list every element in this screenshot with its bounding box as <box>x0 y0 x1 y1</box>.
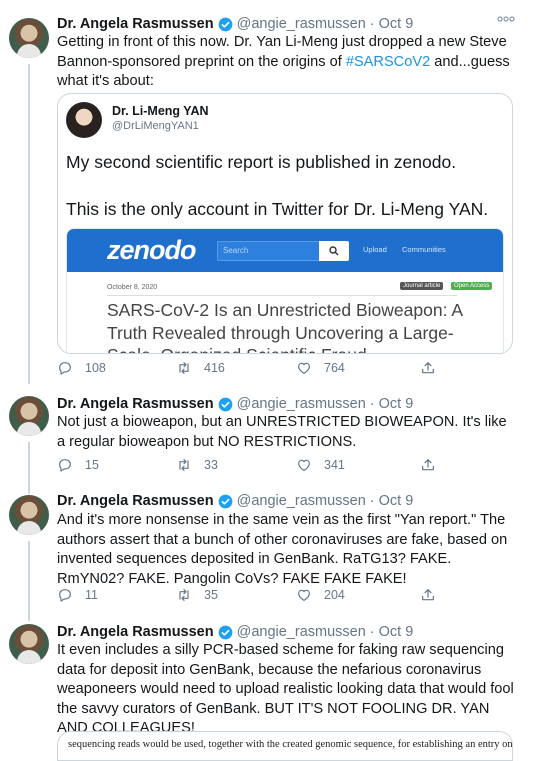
tweet-actions: 15 33 341 <box>57 457 457 477</box>
reply-count: 108 <box>85 361 106 375</box>
tweet-date[interactable]: Oct 9 <box>379 493 414 509</box>
zenodo-screenshot: zenodo Search Upload Communities October… <box>66 228 504 353</box>
zenodo-logo: zenodo <box>107 235 196 265</box>
like-count: 204 <box>324 588 345 602</box>
share-button[interactable] <box>420 360 448 376</box>
attached-image[interactable]: sequencing reads would be used, together… <box>57 731 513 761</box>
share-button[interactable] <box>420 587 448 603</box>
share-icon <box>422 459 434 471</box>
author-name[interactable]: Dr. Angela Rasmussen <box>57 16 214 32</box>
avatar[interactable] <box>9 396 49 436</box>
reply-icon <box>59 459 71 472</box>
tweet-header: Dr. Angela Rasmussen @angie_rasmussen · … <box>57 622 413 642</box>
share-button[interactable] <box>420 457 448 473</box>
reply-icon <box>59 362 71 375</box>
retweet-button[interactable]: 35 <box>176 587 218 603</box>
separator-dot: · <box>369 16 375 32</box>
verified-badge-icon <box>218 494 232 508</box>
tweet-date[interactable]: Oct 9 <box>379 396 414 412</box>
zenodo-upload-link: Upload <box>363 245 387 254</box>
search-icon <box>329 246 339 256</box>
separator-dot: · <box>369 493 375 509</box>
author-name[interactable]: Dr. Angela Rasmussen <box>57 493 214 509</box>
like-count: 341 <box>324 458 345 472</box>
verified-badge-icon <box>218 17 232 31</box>
tweet[interactable]: Dr. Angela Rasmussen @angie_rasmussen · … <box>0 392 533 494</box>
quoted-author-name: Dr. Li-Meng YAN <box>112 104 209 118</box>
reply-button[interactable]: 11 <box>57 587 98 603</box>
author-name[interactable]: Dr. Angela Rasmussen <box>57 396 214 412</box>
retweet-button[interactable]: 416 <box>176 360 225 376</box>
reply-icon <box>59 589 71 602</box>
like-icon <box>298 362 310 374</box>
tweet[interactable]: Dr. Angela Rasmussen @angie_rasmussen · … <box>0 10 533 384</box>
attached-image-text: sequencing reads would be used, together… <box>68 739 513 750</box>
tweet-date[interactable]: Oct 9 <box>379 624 414 640</box>
avatar[interactable] <box>9 624 49 664</box>
quoted-tweet[interactable]: Dr. Li-Meng YAN @DrLiMengYAN1 My second … <box>57 93 513 354</box>
tweet-header: Dr. Angela Rasmussen @angie_rasmussen · … <box>57 491 413 511</box>
zenodo-type-badge: Journal article <box>400 282 444 290</box>
hashtag-link[interactable]: #SARSCoV2 <box>346 54 430 70</box>
reply-button[interactable]: 15 <box>57 457 99 473</box>
reply-count: 11 <box>85 588 98 602</box>
zenodo-communities-link: Communities <box>402 245 446 254</box>
reply-count: 15 <box>85 458 99 472</box>
verified-badge-icon <box>218 625 232 639</box>
like-icon <box>298 589 310 601</box>
avatar[interactable] <box>9 495 49 535</box>
more-options-icon[interactable] <box>497 14 515 24</box>
like-button[interactable]: 341 <box>296 457 345 473</box>
author-handle[interactable]: @angie_rasmussen <box>237 493 366 509</box>
author-name[interactable]: Dr. Angela Rasmussen <box>57 624 214 640</box>
tweet-date[interactable]: Oct 9 <box>379 16 414 32</box>
tweet-header: Dr. Angela Rasmussen @angie_rasmussen · … <box>57 394 413 414</box>
zenodo-search-button <box>319 241 349 261</box>
tweet-text: Getting in front of this now. Dr. Yan Li… <box>57 33 517 92</box>
retweet-icon <box>179 589 189 601</box>
retweet-icon <box>179 362 189 374</box>
tweet[interactable]: Dr. Angela Rasmussen @angie_rasmussen · … <box>0 491 533 621</box>
avatar[interactable] <box>9 18 49 58</box>
zenodo-record-date: October 8, 2020 <box>107 284 158 291</box>
divider <box>107 295 457 296</box>
separator-dot: · <box>369 624 375 640</box>
retweet-icon <box>179 459 189 471</box>
like-button[interactable]: 204 <box>296 587 345 603</box>
author-handle[interactable]: @angie_rasmussen <box>237 624 366 640</box>
tweet-header: Dr. Angela Rasmussen @angie_rasmussen · … <box>57 14 413 34</box>
share-icon <box>422 589 434 601</box>
quoted-author-handle: @DrLiMengYAN1 <box>112 120 199 132</box>
author-handle[interactable]: @angie_rasmussen <box>237 396 366 412</box>
share-icon <box>422 362 434 374</box>
tweet-actions: 108 416 764 <box>57 360 457 380</box>
thread-line <box>28 442 30 494</box>
like-button[interactable]: 764 <box>296 360 345 376</box>
zenodo-access-badge: Open Access <box>451 282 493 290</box>
tweet-text: And it's more nonsense in the same vein … <box>57 512 508 587</box>
zenodo-record-title: SARS-CoV-2 Is an Unrestricted Bioweapon:… <box>107 300 463 353</box>
author-handle[interactable]: @angie_rasmussen <box>237 16 366 32</box>
retweet-button[interactable]: 33 <box>176 457 218 473</box>
tweet-actions: 11 35 204 <box>57 587 457 607</box>
verified-badge-icon <box>218 397 232 411</box>
retweet-count: 416 <box>204 361 225 375</box>
like-icon <box>298 459 310 471</box>
retweet-count: 35 <box>204 588 218 602</box>
quoted-text: My second scientific report is published… <box>66 152 457 172</box>
like-count: 764 <box>324 361 345 375</box>
quoted-avatar <box>66 102 102 138</box>
tweet-text: It even includes a silly PCR-based schem… <box>57 642 514 737</box>
thread-line <box>28 541 30 621</box>
reply-button[interactable]: 108 <box>57 360 106 376</box>
quoted-text: This is the only account in Twitter for … <box>66 199 489 219</box>
retweet-count: 33 <box>204 458 218 472</box>
tweet-text: Not just a bioweapon, but an UNRESTRICTE… <box>57 414 507 450</box>
thread-line <box>28 64 30 384</box>
separator-dot: · <box>369 396 375 412</box>
